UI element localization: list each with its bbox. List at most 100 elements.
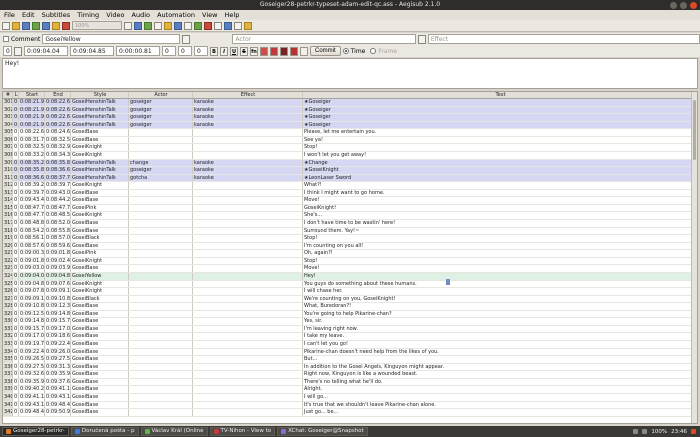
duration-field[interactable]: 0:00:00.81 bbox=[116, 46, 160, 56]
grid-zoom-icon[interactable] bbox=[234, 21, 242, 30]
jump-icon[interactable] bbox=[52, 21, 60, 30]
task-chat[interactable]: Václav Král (Online bbox=[140, 427, 208, 436]
properties-icon[interactable] bbox=[134, 21, 142, 30]
table-row[interactable]: 329 0 0:09:12.55 0:09:14.89 GoseiBase You're … bbox=[3, 310, 697, 319]
open-folder-icon[interactable] bbox=[12, 21, 20, 30]
table-row[interactable]: 340 0 0:09:41.17 0:09:43.14 GoseiBase I will … bbox=[3, 393, 697, 402]
table-row[interactable]: 303 0 0:08:21.92 0:08:22.60 GoseiHenshinTalk… bbox=[3, 114, 697, 122]
table-row[interactable]: 338 0 0:09:35.91 0:09:37.69 GoseiBase There's… bbox=[3, 378, 697, 387]
col-header-start[interactable]: Start bbox=[19, 92, 45, 98]
task-browser[interactable]: TV-Nihon - View to bbox=[209, 427, 276, 436]
table-row[interactable]: 326 0 0:09:07.82 0:09:09.18 GoseiKnight I wil… bbox=[3, 288, 697, 296]
table-row[interactable]: 339 0 0:09:40.25 0:09:41.17 GoseiBase Alright… bbox=[3, 386, 697, 394]
frame-radio[interactable] bbox=[370, 48, 377, 54]
menu-subtitles[interactable]: Subtitles bbox=[42, 10, 70, 20]
translation-icon[interactable] bbox=[174, 21, 182, 30]
task-xchat[interactable]: XChat: Goseiger@Snapshot bbox=[277, 427, 368, 436]
table-row[interactable]: 316 0 0:08:47.79 0:08:48.59 GoseiKnight She's… bbox=[3, 212, 697, 220]
secondary-color-icon[interactable] bbox=[270, 46, 278, 56]
table-row[interactable]: 336 0 0:09:27.52 0:09:31.30 GoseiBase In addi… bbox=[3, 363, 697, 372]
menu-timing[interactable]: Timing bbox=[77, 10, 99, 20]
margin-left-field[interactable]: 0 bbox=[162, 46, 176, 56]
table-row[interactable]: 322 0 0:09:01.85 0:09:02.46 GoseiKnight Stop! bbox=[3, 257, 697, 266]
task-mail[interactable]: Doručená pošta - p bbox=[70, 427, 139, 436]
tag-hide-icon[interactable] bbox=[244, 21, 252, 30]
menu-video[interactable]: Video bbox=[106, 10, 124, 20]
outline-color-icon[interactable] bbox=[280, 46, 288, 56]
font-face-icon[interactable]: fn bbox=[250, 46, 258, 56]
col-header-style[interactable]: Style bbox=[71, 92, 129, 98]
subtitle-text-editor[interactable]: Hey! bbox=[2, 58, 698, 89]
table-row[interactable]: 335 0 0:09:26.52 0:09:27.52 GoseiBase But... bbox=[3, 356, 697, 364]
table-row[interactable]: 333 0 0:09:19.79 0:09:22.41 GoseiBase I can't… bbox=[3, 341, 697, 349]
col-header-actor[interactable]: Actor bbox=[129, 92, 193, 98]
margin-right-field[interactable]: 0 bbox=[178, 46, 192, 56]
zoom-dropdown[interactable]: 100% bbox=[72, 21, 122, 30]
table-row[interactable]: 301 0 0:08:21.92 0:08:22.60 GoseiHenshinTalk… bbox=[3, 99, 697, 107]
table-row[interactable]: 320 0 0:08:57.67 0:08:59.62 GoseiBase I'm cou… bbox=[3, 242, 697, 251]
shift-times-icon[interactable] bbox=[194, 21, 202, 30]
table-row[interactable]: 330 0 0:09:14.89 0:09:15.71 GoseiBase Yes, si… bbox=[3, 318, 697, 326]
table-row[interactable]: 308 0 0:08:33.27 0:08:34.32 GoseiKnight I won… bbox=[3, 151, 697, 160]
table-row[interactable]: 342 0 0:09:48.48 0:09:50.92 GoseiBase Just go… bbox=[3, 409, 697, 417]
power-icon[interactable] bbox=[691, 429, 696, 434]
table-row[interactable]: 325 0 0:09:04.85 0:09:07.62 GoseiKnight You g… bbox=[3, 280, 697, 289]
new-file-icon[interactable] bbox=[2, 21, 10, 30]
maximize-icon[interactable] bbox=[680, 1, 687, 9]
bold-icon[interactable]: B bbox=[210, 46, 218, 56]
table-row[interactable]: 331 0 0:09:15.71 0:09:17.09 GoseiBase I'm lea… bbox=[3, 325, 697, 334]
table-row[interactable]: 317 0 0:08:48.84 0:08:52.08 GoseiBase I don't… bbox=[3, 220, 697, 228]
margin-vertical-field[interactable]: 0 bbox=[194, 46, 208, 56]
style-dropdown[interactable]: GoseiYellow bbox=[42, 34, 181, 44]
menu-file[interactable]: File bbox=[4, 10, 15, 20]
table-row[interactable]: 315 0 0:08:47.74 0:08:47.79 GoseiPink GoseiKn… bbox=[3, 204, 697, 213]
styles-manager-icon[interactable] bbox=[124, 21, 132, 30]
table-row[interactable]: 318 0 0:08:54.28 0:08:55.84 GoseiBase Surroun… bbox=[3, 227, 697, 236]
open-audio-icon[interactable] bbox=[42, 21, 50, 30]
time-radio[interactable] bbox=[342, 48, 349, 54]
close-icon[interactable] bbox=[690, 1, 697, 9]
table-row[interactable]: 321 0 0:09:00.33 0:09:01.85 GoseiPink Oh, aga… bbox=[3, 250, 697, 258]
table-row[interactable]: 304 0 0:08:21.92 0:08:22.60 GoseiHenshinTalk… bbox=[3, 121, 697, 130]
comment-checkbox[interactable] bbox=[3, 36, 9, 42]
col-header-text[interactable]: Text bbox=[303, 92, 697, 98]
shadow-color-icon[interactable] bbox=[290, 46, 298, 56]
underline-icon[interactable]: U bbox=[230, 46, 238, 56]
layer-field[interactable]: 0 bbox=[3, 46, 12, 56]
table-row[interactable]: 307 0 0:08:32.59 0:08:32.99 GoseiKnight Stop! bbox=[3, 144, 697, 152]
table-row[interactable]: 334 0 0:09:22.41 0:09:26.00 GoseiBase Pikarin… bbox=[3, 348, 697, 357]
automation-icon[interactable] bbox=[164, 21, 172, 30]
spell-check-icon[interactable] bbox=[184, 21, 192, 30]
scrollbar-thumb[interactable] bbox=[693, 100, 696, 160]
table-row[interactable]: 337 0 0:09:32.65 0:09:35.91 GoseiBase Right n… bbox=[3, 371, 697, 379]
open-video-icon[interactable] bbox=[32, 21, 40, 30]
task-aegisub[interactable]: Goseiger28-petrkr- bbox=[2, 427, 69, 436]
end-time-field[interactable]: 0:09:04.85 bbox=[70, 46, 114, 56]
col-header-effect[interactable]: Effect bbox=[193, 92, 303, 98]
table-row[interactable]: 302 0 0:08:21.92 0:08:22.60 GoseiHenshinTalk… bbox=[3, 106, 697, 115]
table-row[interactable]: 309 0 0:08:35.23 0:08:35.81 GoseiHenshinTalk… bbox=[3, 159, 697, 168]
commit-icon[interactable] bbox=[300, 46, 308, 56]
table-row[interactable]: 323 0 0:09:03.01 0:09:03.90 GoseiBase Move! bbox=[3, 265, 697, 273]
strikeout-icon[interactable]: S bbox=[240, 46, 248, 56]
fonts-collector-icon[interactable] bbox=[154, 21, 162, 30]
table-row[interactable]: 328 0 0:09:10.86 0:09:12.32 GoseiBase What, B… bbox=[3, 303, 697, 311]
table-row[interactable]: 324 0 0:09:04.04 0:09:04.85 GoseiYellow Hey! bbox=[3, 272, 697, 281]
table-row[interactable]: 327 0 0:09:09.18 0:09:10.86 GoseiBlack We're … bbox=[3, 295, 697, 304]
network-icon[interactable] bbox=[633, 429, 639, 434]
grid-scrollbar[interactable] bbox=[691, 92, 697, 423]
menu-view[interactable]: View bbox=[202, 10, 217, 20]
effect-field[interactable]: Effect bbox=[427, 34, 700, 44]
menu-audio[interactable]: Audio bbox=[132, 10, 150, 20]
table-row[interactable]: 332 0 0:09:17.09 0:09:18.62 GoseiBase I take … bbox=[3, 333, 697, 341]
style-dropdown-arrow-icon[interactable] bbox=[182, 34, 191, 44]
table-row[interactable]: 312 0 0:08:39.28 0:08:39.79 GoseiKnight What?… bbox=[3, 182, 697, 190]
save-icon[interactable] bbox=[22, 21, 30, 30]
timing-post-processor-icon[interactable] bbox=[204, 21, 212, 30]
primary-color-icon[interactable] bbox=[260, 46, 268, 56]
volume-icon[interactable] bbox=[642, 429, 648, 434]
menu-automation[interactable]: Automation bbox=[157, 10, 195, 20]
italic-icon[interactable]: I bbox=[220, 46, 228, 56]
commit-button[interactable]: Commit bbox=[310, 46, 341, 56]
table-row[interactable]: 306 0 0:08:31.70 0:08:32.59 GoseiBase See ya! bbox=[3, 136, 697, 145]
